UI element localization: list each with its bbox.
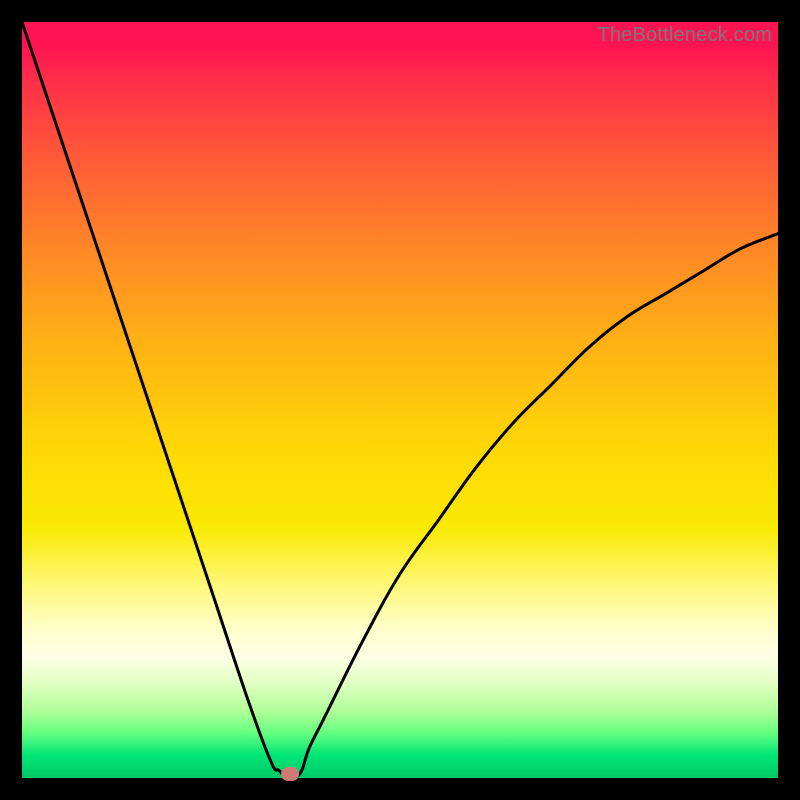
chart-frame: TheBottleneck.com bbox=[0, 0, 800, 800]
bottleneck-curve bbox=[22, 22, 778, 778]
chart-plot-area: TheBottleneck.com bbox=[22, 22, 778, 778]
minimum-marker bbox=[281, 767, 299, 781]
